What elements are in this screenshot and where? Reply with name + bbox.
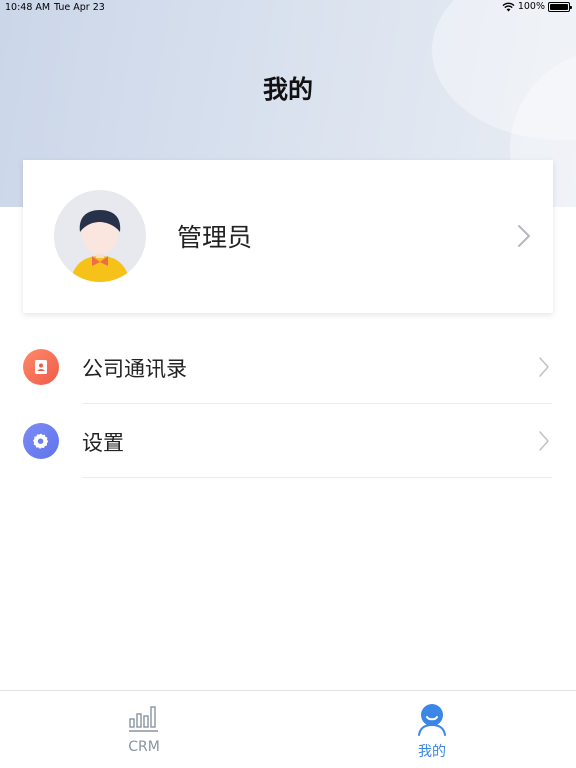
tab-mine[interactable]: 我的: [288, 691, 576, 768]
contacts-book-icon: [23, 349, 59, 385]
battery-percent: 100%: [517, 1, 545, 12]
status-date: Tue Apr 23: [54, 2, 105, 13]
chevron-right-icon: [539, 357, 549, 377]
status-right: 100%: [502, 1, 572, 12]
chevron-right-icon: [539, 431, 549, 451]
menu-list: 公司通讯录 设置: [0, 330, 576, 478]
divider: [82, 477, 552, 478]
chevron-right-icon: [518, 225, 530, 247]
menu-item-label: 设置: [82, 431, 124, 455]
battery-icon: [548, 1, 572, 12]
page-title: 我的: [262, 75, 313, 104]
tab-crm[interactable]: CRM: [0, 691, 288, 768]
status-bar: 10:48 AM Tue Apr 23 100%: [0, 0, 576, 16]
menu-item-company-contacts[interactable]: 公司通讯录: [0, 330, 576, 404]
menu-item-settings[interactable]: 设置: [0, 404, 576, 478]
person-icon: [418, 704, 446, 736]
user-avatar-icon: [54, 190, 146, 282]
tab-bar: CRM 我的: [0, 690, 576, 768]
status-time: 10:48 AM: [5, 2, 51, 13]
tab-label: CRM: [128, 739, 160, 755]
profile-card[interactable]: 管理员: [23, 160, 553, 313]
settings-gear-icon: [23, 423, 59, 459]
bar-chart-icon: [129, 706, 158, 732]
menu-item-label: 公司通讯录: [82, 357, 187, 381]
tab-label: 我的: [418, 744, 446, 760]
wifi-icon: [502, 2, 515, 11]
profile-name: 管理员: [177, 223, 253, 252]
